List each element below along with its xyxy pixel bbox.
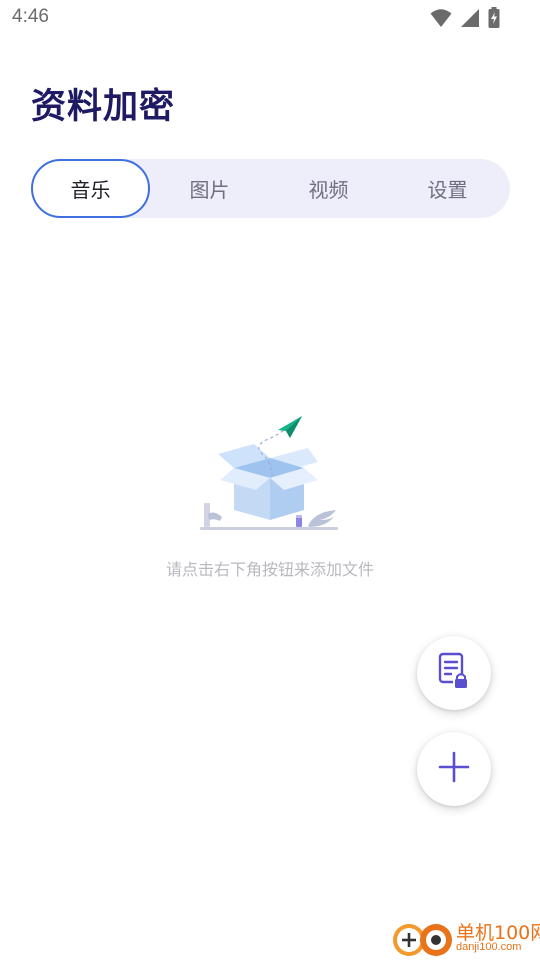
tab-settings[interactable]: 设置 [388, 159, 507, 218]
cellular-signal-icon [460, 8, 480, 32]
tab-images[interactable]: 图片 [150, 159, 269, 218]
battery-charging-icon [488, 7, 500, 32]
tab-music[interactable]: 音乐 [31, 159, 150, 218]
plus-icon [437, 750, 471, 788]
watermark-logo-icon [390, 918, 454, 958]
page-title: 资料加密 [31, 87, 176, 127]
site-watermark: 单机100网 danji100.com [390, 916, 540, 958]
status-icons [430, 7, 500, 32]
watermark-domain: danji100.com [456, 941, 522, 953]
empty-state-hint: 请点击右下角按钮来添加文件 [165, 560, 374, 579]
status-time: 4:46 [12, 6, 49, 27]
document-lock-icon [437, 652, 471, 694]
tab-bar: 音乐 图片 视频 设置 [31, 159, 510, 218]
wifi-icon [430, 8, 452, 32]
encrypted-files-button[interactable] [417, 636, 491, 710]
tab-videos[interactable]: 视频 [269, 159, 388, 218]
empty-state-illustration [196, 414, 342, 536]
add-file-button[interactable] [417, 732, 491, 806]
status-bar: 4:46 [0, 0, 540, 36]
